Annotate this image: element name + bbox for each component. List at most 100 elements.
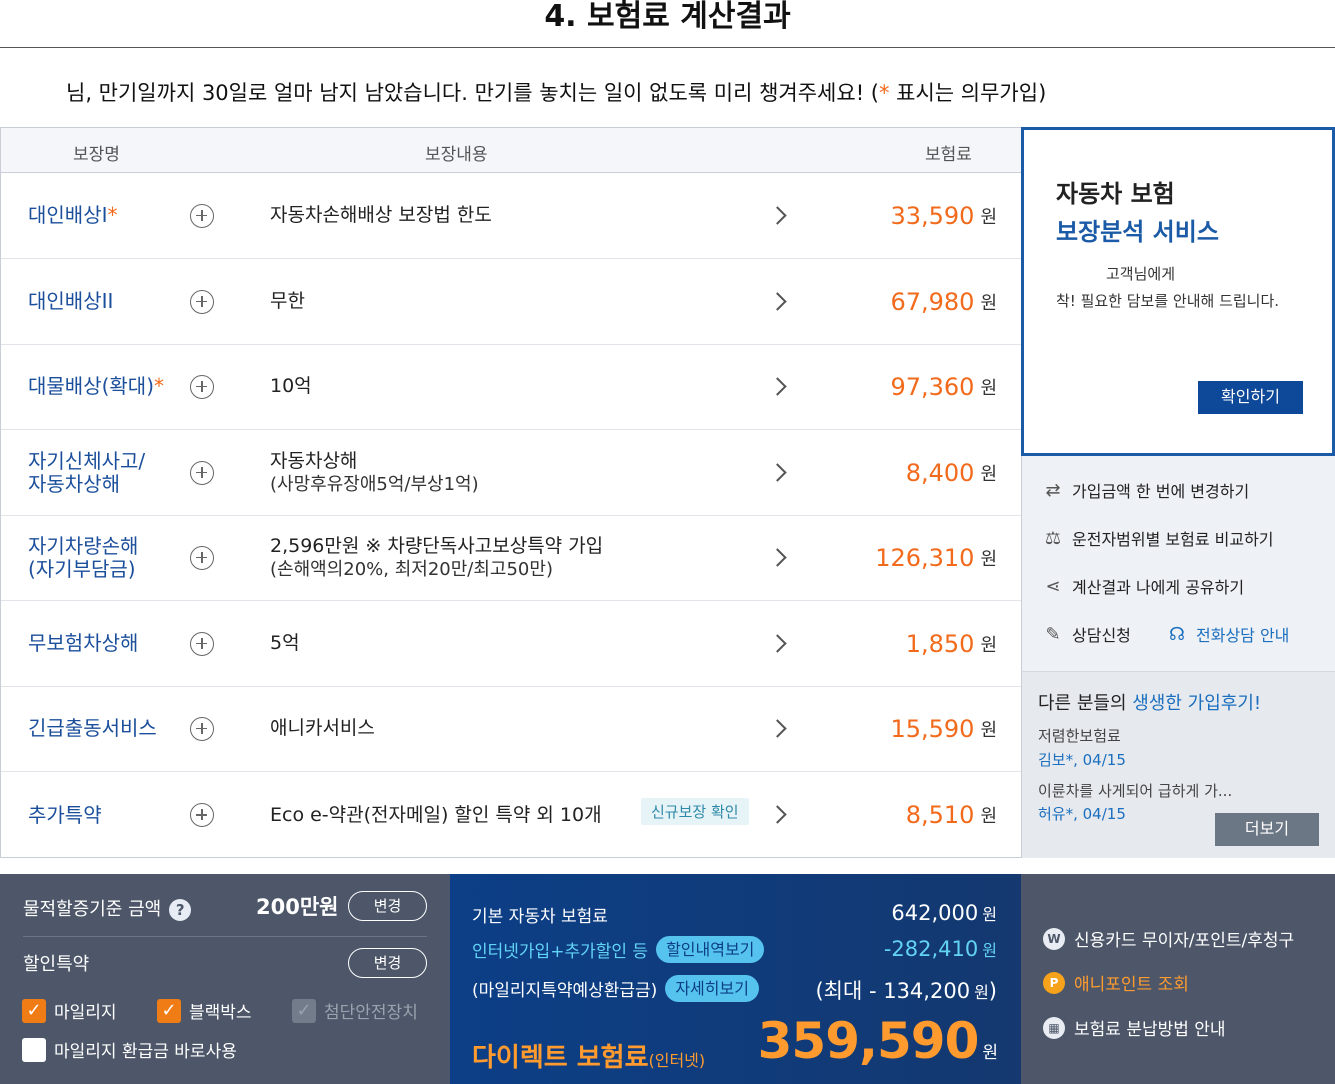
table-row[interactable]: 추가특약 Eco e-약관(전자메일) 할인 특약 외 10개 신규보장 확인 …: [1, 772, 1021, 858]
service-desc: 착! 필요한 담보를 안내해 드립니다.: [1056, 292, 1280, 310]
review-author: 김보*, 04/15: [1038, 751, 1126, 769]
table-row[interactable]: 자기차량손해 (자기부담금) 2,596만원 ※ 차량단독사고보상특약 가입 (손…: [1, 515, 1021, 601]
service-desc: 고객님에게: [1106, 265, 1176, 283]
coverage-name[interactable]: 대인배상II: [28, 259, 113, 344]
refund-detail-button[interactable]: 자세히보기: [665, 975, 759, 1002]
check-icon: ✓: [22, 998, 46, 1023]
calendar-icon: ▦: [1043, 1016, 1065, 1039]
chevron-right-icon[interactable]: [768, 718, 787, 738]
plus-circle-icon[interactable]: [190, 631, 214, 656]
confirm-button[interactable]: 확인하기: [1198, 381, 1303, 414]
base-premium-label: 기본 자동차 보험료: [472, 907, 608, 927]
direct-premium-label: 다이렉트 보험료(인터넷): [472, 1043, 706, 1073]
reviews-title: 다른 분들의 생생한 가입후기!: [1038, 693, 1262, 714]
direct-premium-total: 359,590 원: [757, 1012, 998, 1070]
review-text[interactable]: 이륜차를 사게되어 급하게 가...: [1038, 780, 1232, 801]
plus-circle-icon[interactable]: [190, 716, 214, 741]
premium-summary: 기본 자동차 보험료 642,000 원 인터넷가입+추가할인 등 할인내역보기 -…: [450, 874, 1021, 1084]
coverage-desc: 애니카서비스: [270, 717, 375, 739]
chevron-right-icon[interactable]: [768, 633, 787, 653]
property-threshold-label: 물적할증기준 금액?: [23, 895, 192, 921]
required-star: *: [878, 81, 890, 105]
coverage-desc: Eco e-약관(전자메일) 할인 특약 외 10개: [270, 803, 602, 826]
service-title: 자동차 보험: [1056, 180, 1175, 208]
coverage-price: 126,310 원: [875, 543, 997, 572]
discount-value: -282,410 원: [883, 937, 997, 961]
coverage-desc: 5억: [270, 632, 300, 654]
header-name: 보장명: [73, 145, 120, 165]
mileage-checkbox[interactable]: ✓ 마일리지: [22, 998, 117, 1023]
discount-row: 인터넷가입+추가할인 등 할인내역보기: [472, 936, 765, 963]
plus-circle-icon[interactable]: [190, 545, 214, 570]
divider: [23, 936, 427, 937]
blackbox-checkbox[interactable]: ✓ 블랙박스: [157, 998, 252, 1023]
change-discount-button[interactable]: 변경: [348, 948, 427, 978]
table-row[interactable]: 대인배상I * 자동차손해배상 보장법 한도 33,590 원: [1, 173, 1021, 259]
base-premium-value: 642,000 원: [891, 901, 997, 925]
coverage-name[interactable]: 자기차량손해 (자기부담금): [28, 515, 138, 600]
chevron-right-icon[interactable]: [768, 547, 787, 567]
menu-share-result[interactable]: ⋖ 계산결과 나에게 공유하기: [1042, 574, 1244, 598]
anypoint-link[interactable]: P 애니포인트 조회: [1043, 970, 1189, 995]
new-coverage-badge[interactable]: 신규보장 확인: [641, 798, 749, 825]
menu-compare-driver[interactable]: ⚖ 운전자범위별 보험료 비교하기: [1042, 526, 1274, 550]
more-button[interactable]: 더보기: [1215, 813, 1319, 846]
notice-suffix: 표시는 의무가입): [889, 81, 1047, 105]
coverage-name[interactable]: 긴급출동서비스: [28, 686, 157, 771]
change-property-button[interactable]: 변경: [348, 891, 427, 921]
refund-row: (마일리지특약예상환급금) 자세히보기: [472, 975, 759, 1002]
coverage-price: 67,980 원: [890, 287, 997, 316]
chevron-right-icon[interactable]: [768, 462, 787, 482]
coverage-price: 8,510 원: [905, 801, 997, 829]
table-row[interactable]: 긴급출동서비스 애니카서비스 15,590 원: [1, 686, 1021, 772]
check-icon: ✓: [292, 998, 316, 1023]
discount-detail-button[interactable]: 할인내역보기: [656, 936, 765, 963]
page-title: 4. 보험료 계산결과: [0, 0, 1335, 48]
coverage-name[interactable]: 무보험차상해: [28, 601, 138, 686]
menu-change-amount[interactable]: ⇄ 가입금액 한 번에 변경하기: [1042, 478, 1249, 502]
refund-value: (최대 - 134,200 원): [815, 979, 997, 1003]
headset-icon: ☊: [1169, 623, 1185, 645]
chevron-right-icon[interactable]: [768, 376, 787, 396]
installment-guide-link[interactable]: ▦ 보험료 분납방법 안내: [1043, 1015, 1226, 1040]
expiry-notice: 님, 만기일까지 30일로 얼마 남지 남았습니다. 만기를 놓치는 일이 없도…: [66, 78, 1046, 108]
mileage-refund-checkbox[interactable]: 마일리지 환급금 바로사용: [22, 1037, 237, 1062]
plus-circle-icon[interactable]: [190, 374, 214, 399]
coverage-price: 15,590 원: [890, 714, 997, 743]
plus-circle-icon[interactable]: [190, 289, 214, 314]
menu-phone-consult[interactable]: ☊ 전화상담 안내: [1166, 622, 1289, 646]
edit-icon: ✎: [1045, 623, 1061, 645]
coverage-desc: 2,596만원 ※ 차량단독사고보상특약 가입 (손해액의20%, 최저20만/최…: [270, 534, 604, 580]
chevron-right-icon[interactable]: [768, 291, 787, 311]
coverage-analysis-box: 자동차 보험 보장분석 서비스 고객님에게 착! 필요한 담보를 안내해 드립니…: [1021, 127, 1335, 456]
plus-circle-icon[interactable]: [190, 203, 214, 228]
p-circle-icon: P: [1043, 971, 1065, 994]
coverage-name[interactable]: 추가특약: [28, 772, 102, 858]
safety-device-checkbox: ✓ 첨단안전장치: [292, 998, 418, 1023]
coverage-desc: 10억: [270, 375, 312, 397]
table-row[interactable]: 자기신체사고/ 자동차상해 자동차상해 (사망후유장애5억/부상1억) 8,400…: [1, 430, 1021, 516]
coverage-price: 33,590 원: [890, 201, 997, 230]
payment-links: W 신용카드 무이자/포인트/후청구 P 애니포인트 조회 ▦ 보험료 분납방법 안내: [1021, 874, 1335, 1084]
card-installment-link[interactable]: W 신용카드 무이자/포인트/후청구: [1043, 926, 1294, 951]
coverage-name[interactable]: 자기신체사고/ 자동차상해: [28, 430, 145, 515]
coverage-price: 1,850 원: [905, 629, 997, 658]
coverage-desc: 자동차손해배상 보장법 한도: [270, 204, 492, 226]
plus-circle-icon[interactable]: [190, 460, 214, 485]
table-header: 보장명 보장내용 보험료: [1, 128, 1021, 173]
table-row[interactable]: 대물배상(확대) * 10억 97,360 원: [1, 344, 1021, 430]
table-row[interactable]: 대인배상II 무한 67,980 원: [1, 259, 1021, 345]
service-subtitle: 보장분석 서비스: [1056, 218, 1219, 246]
chevron-right-icon[interactable]: [768, 805, 787, 824]
scale-icon: ⚖: [1044, 527, 1062, 549]
plus-circle-icon[interactable]: [190, 803, 214, 827]
notice-text: 님, 만기일까지 30일로 얼마 남지 남았습니다. 만기를 놓치는 일이 없도…: [66, 81, 879, 105]
help-icon[interactable]: ?: [169, 899, 192, 921]
discount-label: 할인특약: [23, 954, 90, 975]
chevron-right-icon[interactable]: [768, 205, 787, 225]
coverage-name[interactable]: 대인배상I *: [28, 173, 118, 258]
menu-consult-request[interactable]: ✎ 상담신청: [1042, 622, 1130, 646]
review-text[interactable]: 저렴한보험료: [1038, 725, 1121, 746]
coverage-name[interactable]: 대물배상(확대) *: [28, 344, 164, 429]
table-row[interactable]: 무보험차상해 5억 1,850 원: [1, 601, 1021, 687]
